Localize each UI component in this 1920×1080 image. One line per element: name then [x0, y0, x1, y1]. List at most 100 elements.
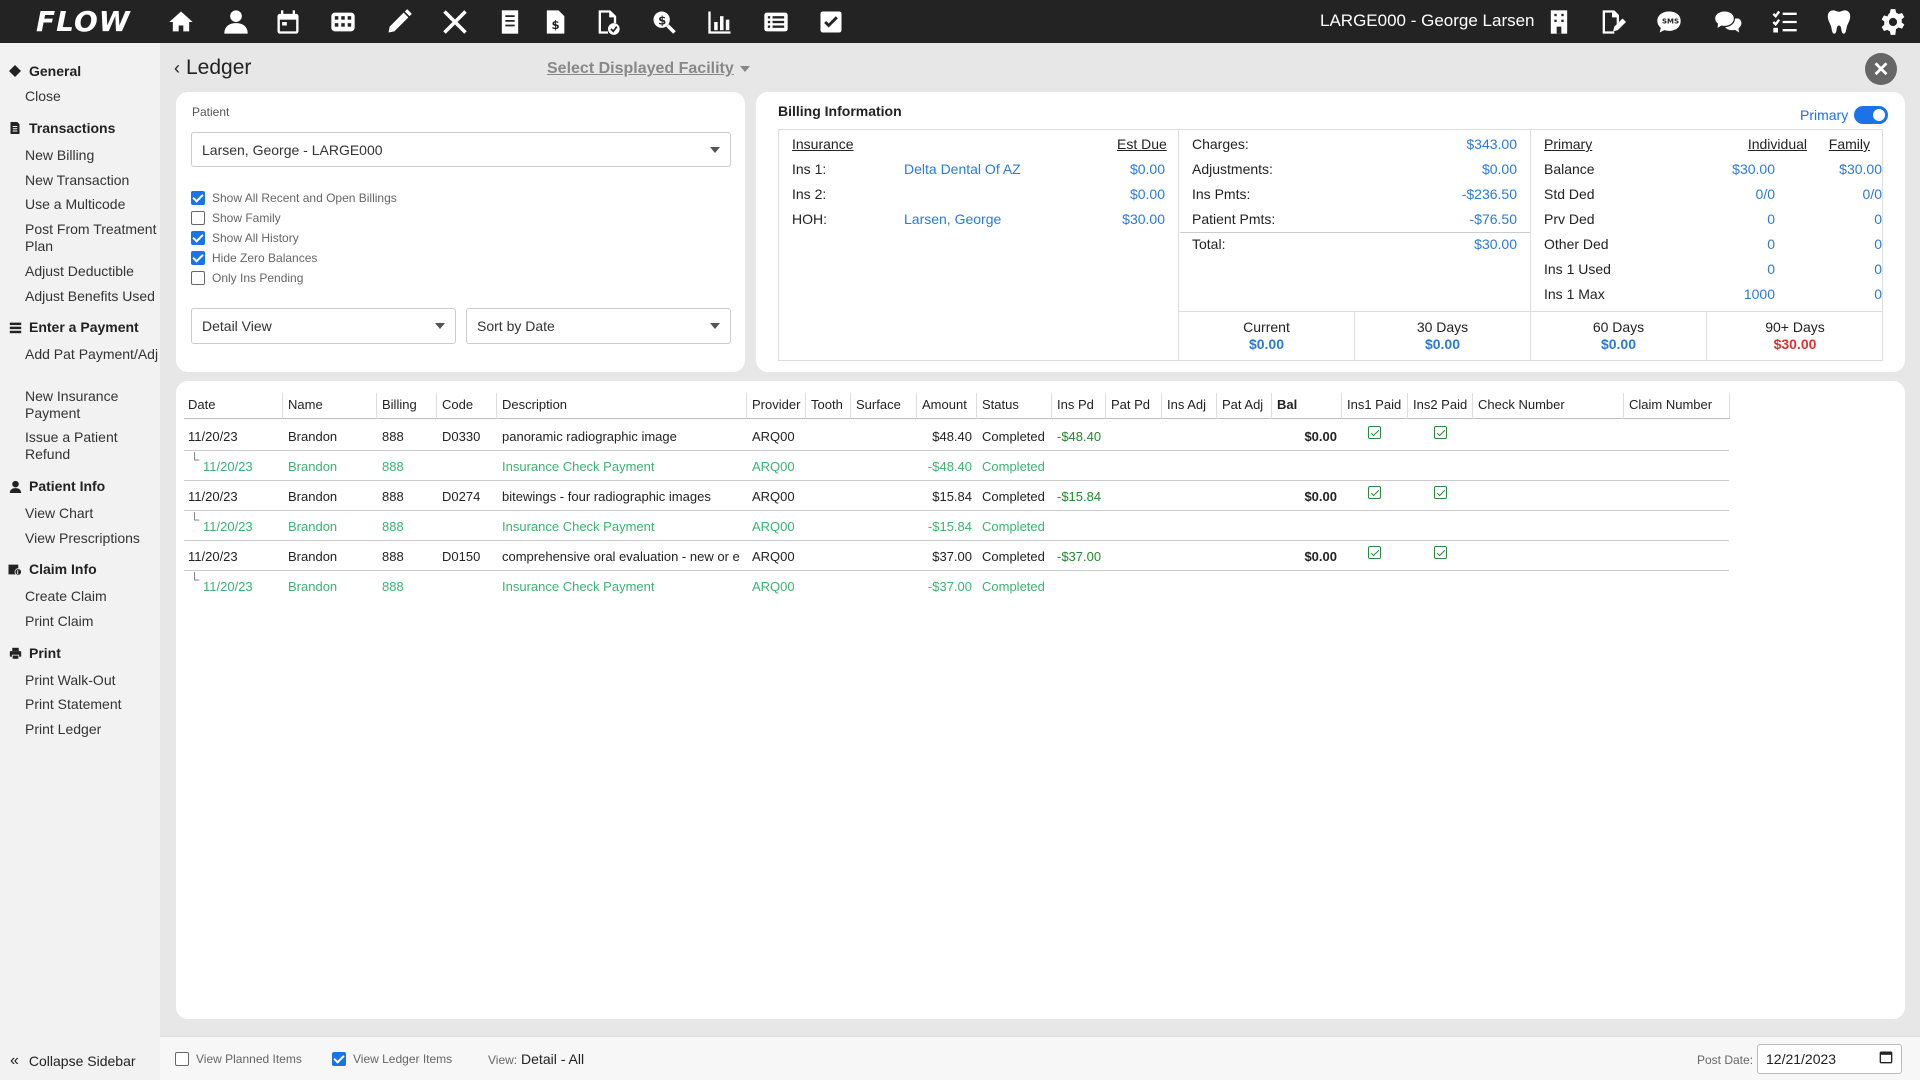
gear-icon[interactable]: [1878, 7, 1908, 37]
sidebar-section-transactions[interactable]: Transactions: [7, 120, 115, 136]
sidebar-section-print[interactable]: Print: [7, 645, 61, 661]
sidebar-item-adjust-deductible[interactable]: Adjust Deductible: [25, 263, 160, 280]
post-date-input[interactable]: 12/21/2023: [1757, 1044, 1902, 1074]
col-amount[interactable]: Amount: [922, 397, 967, 412]
col-ins-pd[interactable]: Ins Pd: [1057, 397, 1094, 412]
facility-select[interactable]: Select Displayed Facility: [547, 60, 750, 78]
signature-icon[interactable]: [1597, 7, 1627, 37]
pencil-icon[interactable]: [384, 7, 414, 37]
sidebar-item-new-transaction[interactable]: New Transaction: [25, 172, 160, 189]
sidebar-item-print-statement[interactable]: Print Statement: [25, 696, 160, 713]
patient-select[interactable]: Larsen, George - LARGE000: [191, 132, 731, 167]
ins2-paid-checkbox[interactable]: [1434, 546, 1447, 559]
view-select[interactable]: Detail View: [191, 308, 456, 344]
grid-icon[interactable]: [328, 7, 358, 37]
sidebar-item-use-multicode[interactable]: Use a Multicode: [25, 196, 160, 213]
checkbox-show-all-history[interactable]: Show All History: [191, 231, 299, 245]
aging-value: $0.00: [1248, 336, 1285, 352]
col-pat-pd[interactable]: Pat Pd: [1111, 397, 1150, 412]
sidebar-item-print-ledger[interactable]: Print Ledger: [25, 721, 160, 738]
user-icon[interactable]: [221, 7, 251, 37]
view-mode-display[interactable]: View: Detail - All: [488, 1051, 584, 1067]
building-icon[interactable]: [1544, 7, 1574, 37]
checkbox-box[interactable]: [175, 1052, 189, 1066]
sidebar-section-label: Enter a Payment: [29, 319, 139, 335]
sidebar-item-issue-refund[interactable]: Issue a Patient Refund: [25, 429, 160, 463]
col-check-number[interactable]: Check Number: [1478, 397, 1565, 412]
ins2-paid-checkbox[interactable]: [1434, 486, 1447, 499]
ins1-paid-checkbox[interactable]: [1368, 486, 1381, 499]
col-surface[interactable]: Surface: [856, 397, 901, 412]
chevron-left-icon[interactable]: ‹: [174, 58, 180, 79]
checkbox-show-recent-open[interactable]: Show All Recent and Open Billings: [191, 191, 397, 205]
checkbox-view-planned-items[interactable]: View Planned Items: [175, 1052, 302, 1066]
col-provider[interactable]: Provider: [752, 397, 800, 412]
invoice-icon[interactable]: $: [540, 7, 570, 37]
sms-icon[interactable]: SMS: [1654, 7, 1684, 37]
sidebar-section-enter-payment[interactable]: Enter a Payment: [7, 319, 139, 335]
document-icon[interactable]: [495, 7, 525, 37]
sidebar-item-view-chart[interactable]: View Chart: [25, 505, 160, 522]
col-ins-adj[interactable]: Ins Adj: [1167, 397, 1206, 412]
sidebar-item-print-walk-out[interactable]: Print Walk-Out: [25, 672, 160, 689]
checkbox-icon[interactable]: [816, 7, 846, 37]
search-dollar-icon[interactable]: $: [649, 7, 679, 37]
sidebar-item-close[interactable]: Close: [25, 88, 160, 105]
app-logo: FLOW: [36, 5, 131, 38]
sidebar-item-create-claim[interactable]: Create Claim: [25, 588, 160, 605]
col-date[interactable]: Date: [188, 397, 215, 412]
checkbox-hide-zero-balances[interactable]: Hide Zero Balances: [191, 251, 317, 265]
calendar-icon[interactable]: [1879, 1050, 1893, 1067]
sidebar-item-adjust-benefits-used[interactable]: Adjust Benefits Used: [25, 288, 160, 305]
col-claim-number[interactable]: Claim Number: [1629, 397, 1712, 412]
sidebar-item-print-claim[interactable]: Print Claim: [25, 613, 160, 630]
primary-toggle[interactable]: Primary: [1800, 106, 1889, 124]
checkbox-box[interactable]: [191, 231, 205, 245]
col-status[interactable]: Status: [982, 397, 1019, 412]
col-bal[interactable]: Bal: [1277, 397, 1297, 412]
checkbox-show-family[interactable]: Show Family: [191, 211, 281, 225]
checkbox-box[interactable]: [191, 211, 205, 225]
ins1-paid-checkbox[interactable]: [1368, 546, 1381, 559]
hoh-name-link[interactable]: Larsen, George: [904, 211, 1001, 227]
col-pat-adj[interactable]: Pat Adj: [1222, 397, 1263, 412]
checkbox-box[interactable]: [191, 191, 205, 205]
file-check-icon[interactable]: [593, 7, 623, 37]
col-ins2-paid[interactable]: Ins2 Paid: [1413, 397, 1467, 412]
list-icon[interactable]: [761, 7, 791, 37]
sidebar-section-general[interactable]: General: [7, 63, 81, 79]
sidebar-item-add-pat-payment[interactable]: Add Pat Payment/Adj: [25, 346, 160, 363]
ins1-paid-checkbox[interactable]: [1368, 426, 1381, 439]
checkbox-view-ledger-items[interactable]: View Ledger Items: [332, 1052, 452, 1066]
checkbox-box[interactable]: [191, 251, 205, 265]
checklist-icon[interactable]: [1770, 7, 1800, 37]
sort-select[interactable]: Sort by Date: [466, 308, 731, 344]
ins2-paid-checkbox[interactable]: [1434, 426, 1447, 439]
chat-icon[interactable]: [1713, 7, 1743, 37]
col-code[interactable]: Code: [442, 397, 473, 412]
checkbox-box[interactable]: [332, 1052, 346, 1066]
sidebar-item-view-prescriptions[interactable]: View Prescriptions: [25, 530, 160, 547]
sidebar-section-patient-info[interactable]: Patient Info: [7, 478, 105, 494]
collapse-sidebar-button[interactable]: « Collapse Sidebar: [10, 1052, 136, 1070]
tooth-icon[interactable]: [1824, 7, 1854, 37]
bar-chart-icon[interactable]: [705, 7, 735, 37]
sidebar-item-new-insurance-payment[interactable]: New Insurance Payment: [25, 388, 160, 422]
col-billing[interactable]: Billing: [382, 397, 417, 412]
sidebar-item-post-from-treatment-plan[interactable]: Post From Treatment Plan: [25, 221, 160, 255]
sidebar-item-new-billing[interactable]: New Billing: [25, 147, 160, 164]
ins1-name-link[interactable]: Delta Dental Of AZ: [904, 161, 1021, 177]
col-tooth[interactable]: Tooth: [811, 397, 843, 412]
col-name[interactable]: Name: [288, 397, 323, 412]
page-title[interactable]: ‹ Ledger: [174, 56, 251, 80]
toggle-switch[interactable]: [1854, 106, 1889, 124]
checkbox-only-ins-pending[interactable]: Only Ins Pending: [191, 271, 303, 285]
checkbox-box[interactable]: [191, 271, 205, 285]
calendar-icon[interactable]: [273, 7, 303, 37]
col-description[interactable]: Description: [502, 397, 567, 412]
col-ins1-paid[interactable]: Ins1 Paid: [1347, 397, 1401, 412]
sidebar-section-claim-info[interactable]: i Claim Info: [7, 561, 97, 577]
home-icon[interactable]: [166, 7, 196, 37]
tools-icon[interactable]: [440, 7, 470, 37]
close-button[interactable]: ✕: [1865, 53, 1897, 85]
